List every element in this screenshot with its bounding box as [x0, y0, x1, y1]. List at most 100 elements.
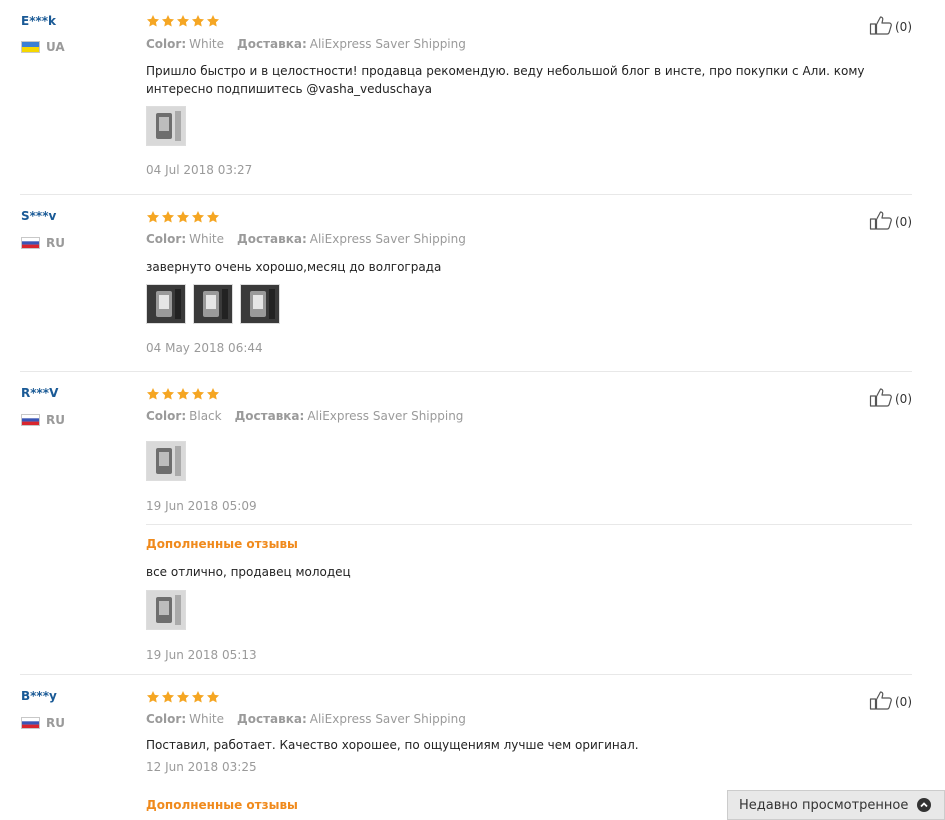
review-photos: [146, 106, 193, 146]
thumbs-up-icon[interactable]: [869, 210, 893, 233]
shipping-label: Доставка:: [237, 712, 307, 726]
review-photos: [146, 441, 193, 481]
thumbs-up-icon[interactable]: [869, 690, 893, 713]
reviewer-name[interactable]: S***v: [21, 209, 56, 223]
reviewer-country: UA: [21, 40, 65, 54]
review-text: завернуто очень хорошо,месяц до волгогра…: [146, 260, 442, 274]
country-flag-icon: [21, 414, 40, 426]
star-icon: [161, 14, 175, 28]
recently-viewed-label: Недавно просмотренное: [739, 797, 909, 813]
additional-divider: [146, 524, 912, 525]
color-label: Color:: [146, 37, 187, 51]
star-icon: [146, 14, 160, 28]
review-date: 19 Jun 2018 05:09: [146, 499, 257, 513]
helpful-count: (0): [895, 214, 912, 229]
helpful-button[interactable]: (0): [869, 210, 912, 233]
review-photo-thumbnail[interactable]: [146, 284, 186, 324]
star-icon: [161, 210, 175, 224]
review-divider: [20, 674, 912, 675]
review-date: 04 Jul 2018 03:27: [146, 163, 253, 177]
review-date: 12 Jun 2018 03:25: [146, 760, 257, 774]
review-meta: Color: Black Доставка: AliExpress Saver Shi…: [146, 409, 463, 423]
helpful-count: (0): [895, 391, 912, 406]
country-code: UA: [46, 40, 65, 54]
color-label: Color:: [146, 712, 187, 726]
star-icon: [191, 387, 205, 401]
reviewer-country: RU: [21, 413, 65, 427]
star-icon: [146, 690, 160, 704]
reviewer-name[interactable]: R***V: [21, 386, 58, 400]
review-photo-thumbnail[interactable]: [146, 106, 186, 146]
reviewer-country: RU: [21, 236, 65, 250]
country-code: RU: [46, 236, 65, 250]
shipping-value: AliExpress Saver Shipping: [309, 37, 466, 51]
review-text: Поставил, работает. Качество хорошее, по…: [146, 738, 639, 752]
review-text: Пришло быстро и в целостности! продавца …: [146, 64, 865, 96]
color-value: White: [189, 37, 225, 51]
star-icon: [206, 210, 220, 224]
country-code: RU: [46, 413, 65, 427]
thumbs-up-icon[interactable]: [869, 15, 893, 38]
helpful-button[interactable]: (0): [869, 690, 912, 713]
review-photo-thumbnail[interactable]: [146, 590, 186, 630]
color-value: White: [189, 232, 225, 246]
review-photo-thumbnail[interactable]: [240, 284, 280, 324]
shipping-label: Доставка:: [234, 409, 305, 423]
review-photos: [146, 284, 287, 324]
additional-review-photos: [146, 590, 193, 630]
review-divider: [20, 371, 912, 372]
star-icon: [191, 14, 205, 28]
shipping-value: AliExpress Saver Shipping: [309, 712, 466, 726]
review-photo-thumbnail[interactable]: [193, 284, 233, 324]
star-icon: [191, 210, 205, 224]
color-label: Color:: [146, 409, 187, 423]
color-value: White: [189, 712, 225, 726]
shipping-value: AliExpress Saver Shipping: [309, 232, 466, 246]
star-icon: [206, 387, 220, 401]
thumbs-up-icon[interactable]: [869, 387, 893, 410]
review-meta: Color: White Доставка: AliExpress Saver Shi…: [146, 37, 466, 51]
color-label: Color:: [146, 232, 187, 246]
additional-review-title: Дополненные отзывы: [146, 537, 298, 551]
additional-review-text: все отлично, продавец молодец: [146, 565, 351, 579]
star-icon: [176, 210, 190, 224]
review-divider: [20, 194, 912, 195]
star-icon: [206, 690, 220, 704]
star-rating: [146, 690, 221, 704]
star-icon: [146, 210, 160, 224]
chevron-up-icon: [917, 798, 932, 812]
star-rating: [146, 14, 221, 28]
review-meta: Color: White Доставка: AliExpress Saver Shi…: [146, 712, 466, 726]
shipping-label: Доставка:: [237, 37, 307, 51]
star-icon: [191, 690, 205, 704]
reviewer-name[interactable]: B***y: [21, 689, 57, 703]
color-value: Black: [189, 409, 222, 423]
star-icon: [176, 690, 190, 704]
star-icon: [206, 14, 220, 28]
star-icon: [176, 387, 190, 401]
star-rating: [146, 210, 221, 224]
country-flag-icon: [21, 41, 40, 53]
helpful-count: (0): [895, 19, 912, 34]
star-icon: [176, 14, 190, 28]
review-photo-thumbnail[interactable]: [146, 441, 186, 481]
review-meta: Color: White Доставка: AliExpress Saver Shi…: [146, 232, 466, 246]
country-code: RU: [46, 716, 65, 730]
recently-viewed-button[interactable]: Недавно просмотренное: [727, 790, 945, 820]
helpful-button[interactable]: (0): [869, 387, 912, 410]
country-flag-icon: [21, 237, 40, 249]
star-rating: [146, 387, 221, 401]
reviewer-name[interactable]: E***k: [21, 14, 56, 28]
additional-review-title: Дополненные отзывы: [146, 798, 298, 812]
star-icon: [161, 690, 175, 704]
country-flag-icon: [21, 717, 40, 729]
helpful-count: (0): [895, 694, 912, 709]
star-icon: [161, 387, 175, 401]
reviewer-country: RU: [21, 716, 65, 730]
shipping-label: Доставка:: [237, 232, 307, 246]
helpful-button[interactable]: (0): [869, 15, 912, 38]
star-icon: [146, 387, 160, 401]
review-date: 04 May 2018 06:44: [146, 341, 263, 355]
shipping-value: AliExpress Saver Shipping: [307, 409, 464, 423]
additional-review-date: 19 Jun 2018 05:13: [146, 648, 257, 662]
